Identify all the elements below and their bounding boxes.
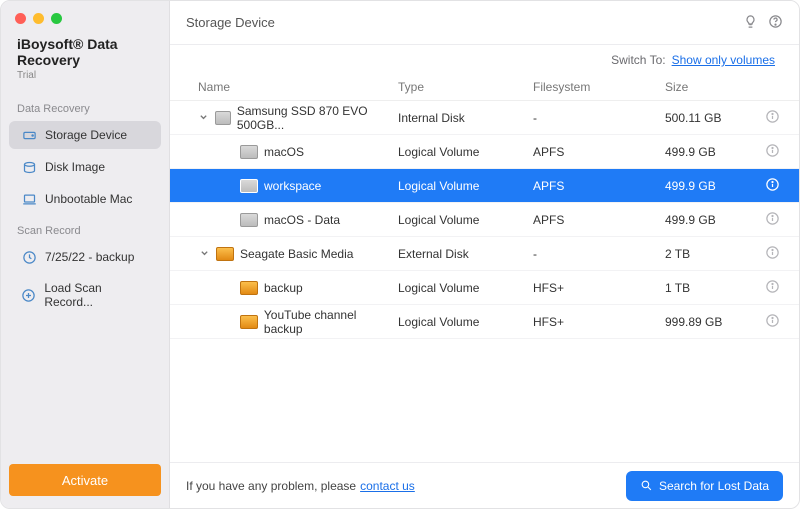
sidebar-section-label: Data Recovery xyxy=(1,93,169,119)
drive-icon xyxy=(215,111,231,125)
drive-icon xyxy=(240,315,258,329)
col-filesystem[interactable]: Filesystem xyxy=(533,80,665,94)
row-filesystem: APFS xyxy=(533,145,665,159)
app-title: iBoysoft® Data Recovery xyxy=(1,30,169,70)
row-name: YouTube channel backup xyxy=(264,308,398,336)
diskimage-icon xyxy=(21,159,37,175)
plus-circle-icon xyxy=(21,287,36,303)
row-filesystem: HFS+ xyxy=(533,281,665,295)
info-icon[interactable] xyxy=(765,109,780,127)
sidebar-item-label: Unbootable Mac xyxy=(45,192,132,206)
table-row[interactable]: Samsung SSD 870 EVO 500GB...Internal Dis… xyxy=(170,101,799,135)
drive-icon xyxy=(216,247,234,261)
chevron-down-icon[interactable] xyxy=(198,249,210,258)
sidebar-item-label: Storage Device xyxy=(45,128,127,142)
help-text: If you have any problem, please xyxy=(186,479,356,493)
switch-label: Switch To: xyxy=(611,53,665,67)
contact-link[interactable]: contact us xyxy=(360,479,415,493)
row-filesystem: APFS xyxy=(533,179,665,193)
row-size: 499.9 GB xyxy=(665,179,755,193)
drive-icon xyxy=(240,145,258,159)
row-filesystem: APFS xyxy=(533,213,665,227)
close-icon[interactable] xyxy=(15,13,26,24)
sidebar-item-scan-backup[interactable]: 7/25/22 - backup xyxy=(9,243,161,271)
row-size: 499.9 GB xyxy=(665,145,755,159)
sidebar-item-unbootable-mac[interactable]: Unbootable Mac xyxy=(9,185,161,213)
info-icon[interactable] xyxy=(765,177,780,195)
app-license: Trial xyxy=(1,70,169,93)
help-icon[interactable] xyxy=(768,14,783,32)
sidebar-item-storage-device[interactable]: Storage Device xyxy=(9,121,161,149)
main-panel: Storage Device Switch To: Show only volu… xyxy=(170,1,799,508)
row-type: Internal Disk xyxy=(398,111,533,125)
info-icon[interactable] xyxy=(765,211,780,229)
search-icon xyxy=(640,479,653,492)
activate-button[interactable]: Activate xyxy=(9,464,161,496)
info-icon[interactable] xyxy=(765,245,780,263)
titlebar: Storage Device xyxy=(170,1,799,45)
info-icon[interactable] xyxy=(765,143,780,161)
drive-icon xyxy=(240,281,258,295)
row-type: Logical Volume xyxy=(398,315,533,329)
col-name[interactable]: Name xyxy=(198,80,398,94)
sidebar-item-disk-image[interactable]: Disk Image xyxy=(9,153,161,181)
row-name: Samsung SSD 870 EVO 500GB... xyxy=(237,104,398,132)
row-name: Seagate Basic Media xyxy=(240,247,353,261)
footer: If you have any problem, please contact … xyxy=(170,462,799,508)
table-row[interactable]: workspace Logical VolumeAPFS499.9 GB xyxy=(170,169,799,203)
table-row[interactable]: macOS - Data Logical VolumeAPFS499.9 GB xyxy=(170,203,799,237)
row-type: Logical Volume xyxy=(398,281,533,295)
drive-icon xyxy=(240,213,258,227)
row-name: macOS - Data xyxy=(264,213,340,227)
table-row[interactable]: macOS Logical VolumeAPFS499.9 GB xyxy=(170,135,799,169)
row-size: 2 TB xyxy=(665,247,755,261)
switch-bar: Switch To: Show only volumes xyxy=(170,45,799,73)
sidebar-item-label: 7/25/22 - backup xyxy=(45,250,134,264)
lightbulb-icon[interactable] xyxy=(743,14,758,32)
row-size: 999.89 GB xyxy=(665,315,755,329)
laptop-icon xyxy=(21,191,37,207)
table-row[interactable]: YouTube channel backupLogical VolumeHFS+… xyxy=(170,305,799,339)
sidebar-item-label: Load Scan Record... xyxy=(44,281,149,309)
sidebar-item-label: Disk Image xyxy=(45,160,105,174)
window-controls xyxy=(1,1,169,30)
row-filesystem: - xyxy=(533,247,665,261)
row-type: Logical Volume xyxy=(398,179,533,193)
zoom-icon[interactable] xyxy=(51,13,62,24)
row-name: backup xyxy=(264,281,303,295)
row-size: 1 TB xyxy=(665,281,755,295)
switch-link[interactable]: Show only volumes xyxy=(672,53,775,67)
chevron-down-icon[interactable] xyxy=(198,113,209,122)
search-lost-data-button[interactable]: Search for Lost Data xyxy=(626,471,783,501)
col-type[interactable]: Type xyxy=(398,80,533,94)
drive-icon xyxy=(240,179,258,193)
app-window: iBoysoft® Data Recovery Trial Data Recov… xyxy=(0,0,800,509)
row-type: External Disk xyxy=(398,247,533,261)
sidebar-section-label: Scan Record xyxy=(1,215,169,241)
search-button-label: Search for Lost Data xyxy=(659,479,769,493)
row-name: macOS xyxy=(264,145,304,159)
table-header: Name Type Filesystem Size xyxy=(170,73,799,101)
sidebar: iBoysoft® Data Recovery Trial Data Recov… xyxy=(1,1,170,508)
page-title: Storage Device xyxy=(186,15,275,30)
row-size: 500.11 GB xyxy=(665,111,755,125)
device-table: Name Type Filesystem Size Samsung SSD 87… xyxy=(170,73,799,462)
clock-icon xyxy=(21,249,37,265)
sidebar-item-load-scan-record[interactable]: Load Scan Record... xyxy=(9,275,161,315)
table-row[interactable]: backup Logical VolumeHFS+1 TB xyxy=(170,271,799,305)
hdd-icon xyxy=(21,127,37,143)
row-filesystem: HFS+ xyxy=(533,315,665,329)
table-row[interactable]: Seagate Basic Media External Disk-2 TB xyxy=(170,237,799,271)
row-type: Logical Volume xyxy=(398,145,533,159)
col-size[interactable]: Size xyxy=(665,80,755,94)
minimize-icon[interactable] xyxy=(33,13,44,24)
row-type: Logical Volume xyxy=(398,213,533,227)
info-icon[interactable] xyxy=(765,313,780,331)
row-name: workspace xyxy=(264,179,321,193)
info-icon[interactable] xyxy=(765,279,780,297)
row-filesystem: - xyxy=(533,111,665,125)
table-body: Samsung SSD 870 EVO 500GB...Internal Dis… xyxy=(170,101,799,339)
row-size: 499.9 GB xyxy=(665,213,755,227)
